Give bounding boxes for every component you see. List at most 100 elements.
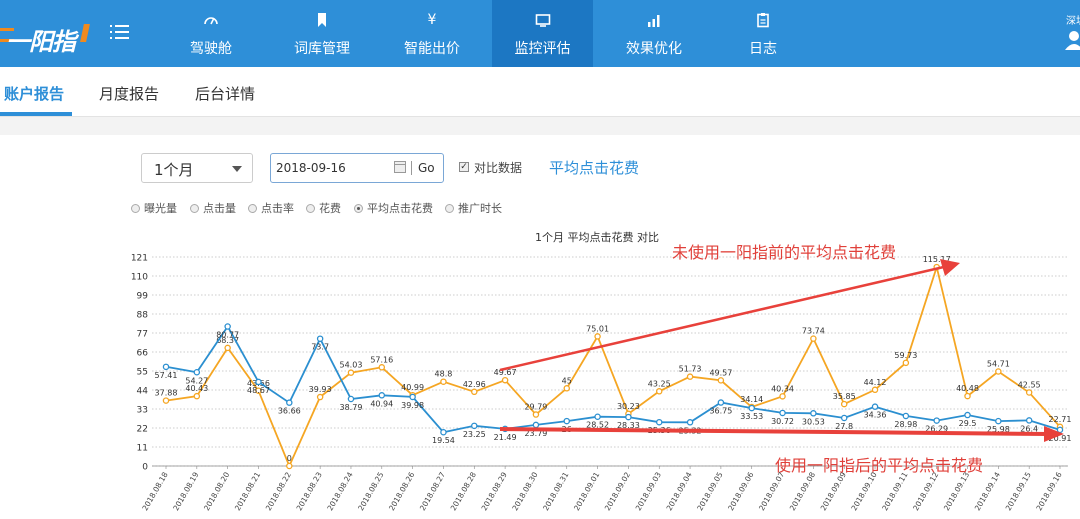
data-point bbox=[686, 419, 694, 426]
data-label: 73.7 bbox=[311, 343, 329, 352]
data-label: 22.71 bbox=[1049, 415, 1072, 424]
data-point bbox=[810, 410, 817, 417]
data-label: 40.99 bbox=[401, 383, 424, 392]
data-label: 73.74 bbox=[802, 327, 825, 336]
data-point bbox=[378, 364, 386, 371]
data-label: 48.67 bbox=[247, 386, 270, 395]
data-point bbox=[316, 335, 324, 342]
y-tick-label: 99 bbox=[137, 292, 149, 302]
arrow-up-head bbox=[940, 259, 960, 276]
data-point bbox=[162, 397, 170, 404]
data-point bbox=[286, 462, 293, 470]
x-tick-label: 2018.09.03 bbox=[634, 470, 663, 512]
data-label: 48.8 bbox=[435, 370, 453, 379]
data-point bbox=[871, 403, 879, 410]
data-label: 0 bbox=[287, 454, 292, 463]
data-label: 44.12 bbox=[864, 378, 887, 387]
x-tick-label: 2018.08.22 bbox=[264, 470, 293, 512]
data-point bbox=[625, 413, 632, 421]
data-label: 36.75 bbox=[709, 407, 732, 416]
series-line-after bbox=[165, 324, 1061, 434]
y-tick-label: 66 bbox=[137, 349, 149, 359]
data-label: 33.53 bbox=[740, 412, 763, 421]
arrow-flat-line bbox=[499, 427, 1051, 436]
x-tick-label: 2018.08.30 bbox=[510, 470, 539, 512]
data-label: 42.55 bbox=[1018, 381, 1041, 390]
data-label: 51.73 bbox=[679, 365, 702, 374]
data-point bbox=[563, 385, 571, 392]
data-point bbox=[995, 417, 1002, 425]
data-point bbox=[933, 417, 940, 424]
data-label: 35.85 bbox=[833, 392, 856, 401]
data-label: 29.79 bbox=[524, 403, 547, 412]
x-tick-label: 2018.09.07 bbox=[757, 470, 786, 512]
y-tick-label: 44 bbox=[137, 387, 149, 397]
data-point bbox=[840, 414, 848, 422]
data-label: 54.71 bbox=[987, 360, 1010, 369]
data-point bbox=[655, 388, 663, 395]
data-label: 29.5 bbox=[959, 419, 977, 428]
x-tick-label: 2018.08.24 bbox=[325, 470, 354, 512]
data-label: 36.66 bbox=[278, 407, 301, 416]
data-point bbox=[779, 409, 786, 417]
data-point bbox=[686, 373, 694, 380]
data-label: 30.53 bbox=[802, 417, 825, 426]
data-point bbox=[532, 411, 540, 418]
x-tick-label: 2018.09.13 bbox=[942, 470, 971, 512]
series-line-before bbox=[165, 263, 1061, 469]
data-label: 34.36 bbox=[864, 411, 887, 420]
y-tick-label: 33 bbox=[137, 406, 148, 416]
x-tick-label: 2018.09.06 bbox=[726, 470, 755, 512]
data-point bbox=[902, 412, 910, 420]
y-tick-label: 88 bbox=[137, 311, 149, 321]
data-label: 54.27 bbox=[185, 376, 208, 385]
x-tick-label: 2018.09.10 bbox=[849, 470, 878, 512]
data-label: 42.96 bbox=[463, 380, 486, 389]
data-point bbox=[193, 369, 201, 376]
data-point bbox=[193, 392, 201, 400]
x-tick-label: 2018.08.31 bbox=[541, 470, 570, 512]
data-point bbox=[902, 359, 910, 367]
data-point bbox=[409, 393, 416, 401]
x-tick-label: 2018.09.12 bbox=[911, 470, 940, 512]
data-label: 54.03 bbox=[340, 361, 363, 370]
data-label: 43.25 bbox=[648, 379, 671, 388]
annotation-after: 使用一阳指后的平均点击花费 bbox=[775, 456, 984, 475]
data-point bbox=[1025, 389, 1033, 396]
data-point bbox=[810, 335, 817, 342]
annotation-before: 未使用一阳指前的平均点击花费 bbox=[672, 243, 897, 262]
data-label: 40.34 bbox=[771, 384, 794, 393]
x-tick-label: 2018.08.20 bbox=[202, 470, 231, 512]
data-point bbox=[286, 399, 293, 406]
y-tick-label: 55 bbox=[137, 368, 148, 378]
data-point bbox=[779, 393, 786, 400]
x-tick-label: 2018.08.29 bbox=[480, 470, 509, 512]
data-label: 80.77 bbox=[216, 330, 239, 339]
y-tick-label: 0 bbox=[142, 463, 148, 473]
data-point bbox=[378, 392, 386, 399]
data-label: 23.25 bbox=[463, 430, 486, 439]
data-point bbox=[563, 417, 571, 425]
x-tick-label: 2018.09.02 bbox=[603, 470, 632, 512]
data-label: 19.54 bbox=[432, 436, 455, 445]
data-label: 28.98 bbox=[894, 420, 917, 429]
x-tick-label: 2018.08.28 bbox=[449, 470, 478, 512]
x-tick-label: 2018.09.05 bbox=[695, 470, 724, 512]
data-point bbox=[440, 428, 447, 436]
data-label: 49.57 bbox=[709, 368, 732, 377]
x-tick-label: 2018.08.21 bbox=[233, 470, 262, 512]
y-tick-label: 77 bbox=[137, 330, 148, 340]
x-tick-label: 2018.08.23 bbox=[295, 470, 324, 512]
data-label: 59.73 bbox=[894, 351, 917, 360]
data-point bbox=[964, 411, 971, 419]
data-point bbox=[347, 395, 355, 403]
data-point bbox=[717, 377, 725, 384]
x-tick-label: 2018.09.01 bbox=[572, 470, 601, 512]
x-tick-label: 2018.08.18 bbox=[140, 470, 169, 512]
data-label: 37.88 bbox=[155, 389, 178, 398]
data-label: 21.49 bbox=[494, 433, 517, 442]
x-tick-label: 2018.08.19 bbox=[171, 470, 200, 512]
data-label: 30.72 bbox=[771, 417, 794, 426]
data-label: 75.01 bbox=[586, 324, 609, 333]
data-point bbox=[1025, 417, 1033, 424]
